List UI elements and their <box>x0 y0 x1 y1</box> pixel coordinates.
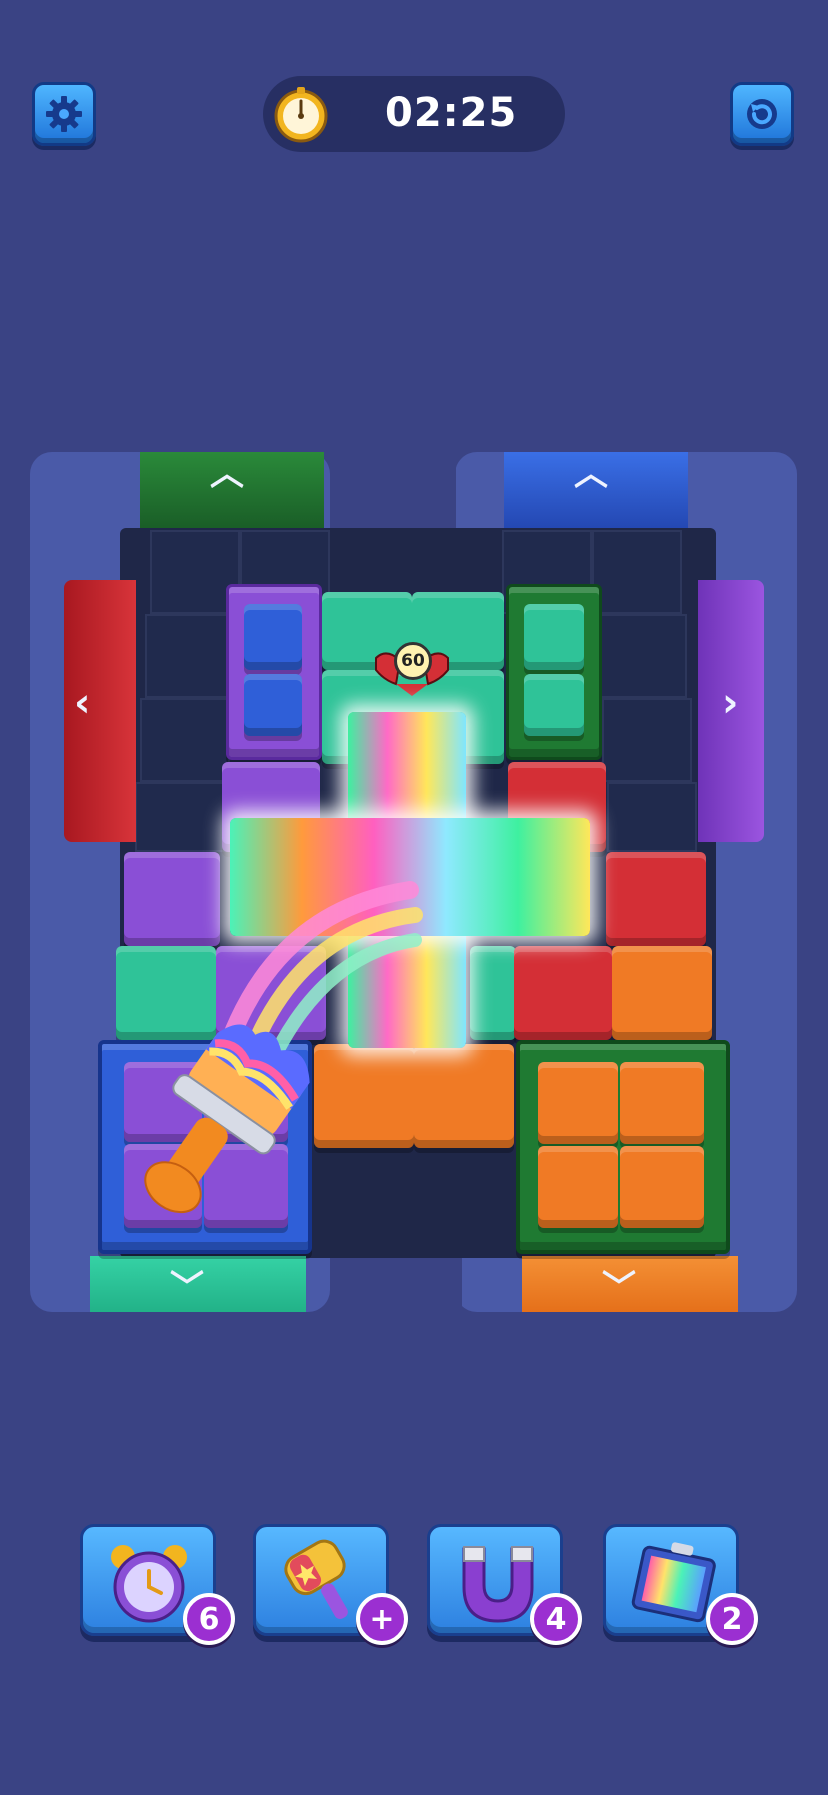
alarm-clock-booster[interactable]: 6 <box>80 1524 235 1645</box>
paint-bucket-booster[interactable]: 2 <box>603 1524 758 1645</box>
block-red[interactable] <box>606 852 706 946</box>
block-orange[interactable] <box>538 1146 618 1228</box>
booster-count-badge: + <box>356 1593 408 1645</box>
chevron-down-icon: ﹀ <box>170 1268 204 1308</box>
block-orange[interactable] <box>620 1062 704 1144</box>
chevron-up-icon: ︿ <box>210 454 244 494</box>
block-teal[interactable] <box>524 604 584 670</box>
grid-cell <box>135 782 225 852</box>
block-orange[interactable] <box>612 946 712 1040</box>
grid-cell <box>145 614 235 698</box>
grid-cell <box>602 698 692 782</box>
grid-cell <box>607 782 697 852</box>
chevron-right-icon: › <box>722 680 739 726</box>
target-counter-badge: 60 <box>394 642 432 680</box>
chevron-down-icon: ﹀ <box>602 1268 636 1308</box>
booster-count-badge: 4 <box>530 1593 582 1645</box>
block-orange[interactable] <box>620 1146 704 1228</box>
block-blue[interactable] <box>244 604 302 670</box>
board-notch-top <box>372 452 456 537</box>
game-board: ︿ ︿ ‹ › ﹀ ﹀ 60 <box>0 0 828 1400</box>
target-counter: 60 <box>366 640 458 702</box>
chevron-left-icon: ‹ <box>74 680 91 726</box>
booster-count-badge: 6 <box>183 1593 235 1645</box>
magnet-booster[interactable]: 4 <box>427 1524 582 1645</box>
hammer-booster[interactable]: + <box>253 1524 408 1645</box>
chevron-up-icon: ︿ <box>574 454 608 494</box>
paintbrush-icon <box>144 881 423 1214</box>
grid-cell <box>140 698 230 782</box>
block-orange[interactable] <box>538 1062 618 1144</box>
grid-cell <box>592 530 682 614</box>
booster-count-badge: 2 <box>706 1593 758 1645</box>
grid-cell <box>597 614 687 698</box>
